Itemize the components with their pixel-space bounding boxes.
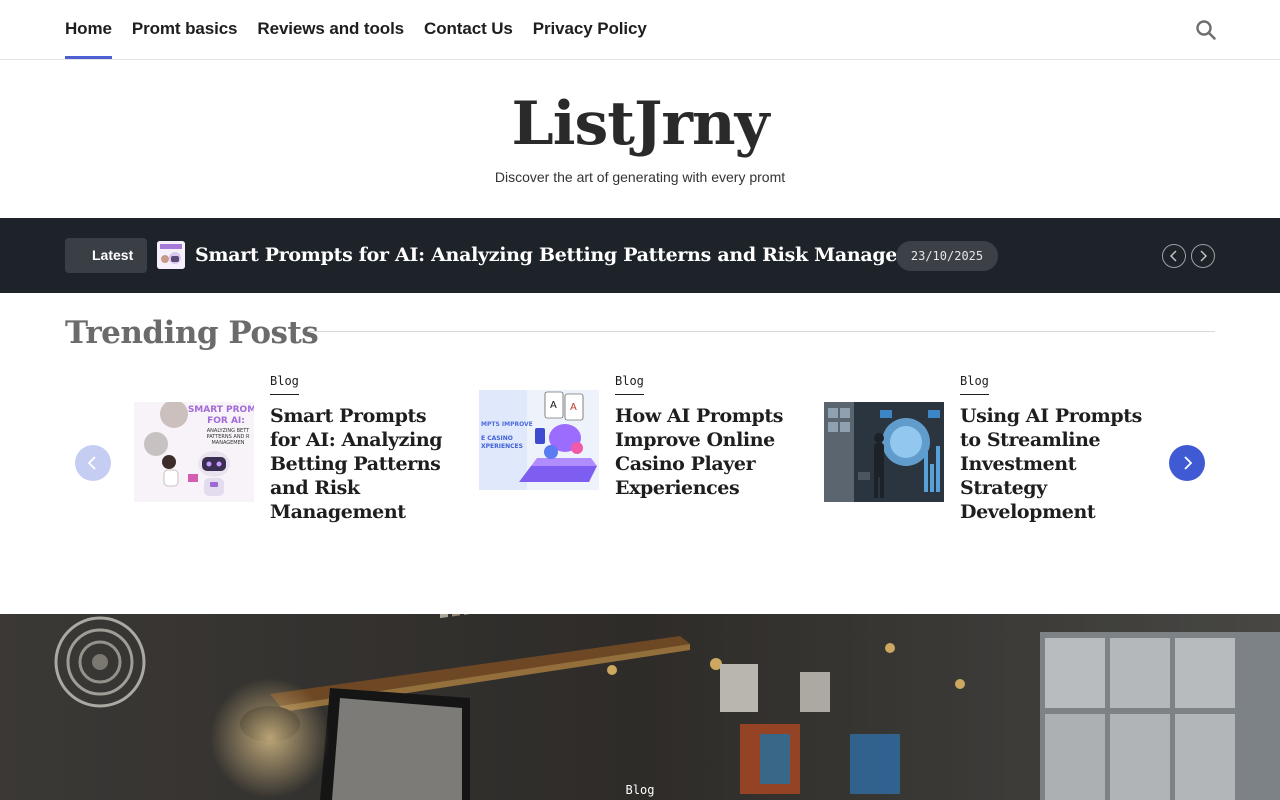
trending-post-thumbnail-2[interactable]: MPTS IMPROVE E CASINO XPERIENCES A A bbox=[479, 390, 599, 490]
chevron-right-icon bbox=[1200, 250, 1207, 262]
trending-heading: Trending Posts bbox=[65, 315, 319, 351]
trending-post-category-1[interactable]: Blog bbox=[270, 372, 299, 395]
trending-post-thumbnail-3[interactable] bbox=[824, 402, 944, 502]
trending-post-title-3[interactable]: Using AI Prompts to Streamline Investmen… bbox=[960, 404, 1150, 524]
chevron-left-icon bbox=[1170, 250, 1177, 262]
chevron-right-icon bbox=[1184, 456, 1193, 470]
search-icon[interactable] bbox=[1193, 17, 1219, 43]
site-title[interactable]: ListJrny bbox=[0, 84, 1280, 164]
svg-text:A: A bbox=[550, 400, 557, 411]
nav-item-home[interactable]: Home bbox=[65, 0, 112, 59]
svg-text:A: A bbox=[570, 402, 577, 413]
latest-dot-icon bbox=[75, 251, 84, 260]
trending-prev-button[interactable] bbox=[75, 445, 111, 481]
trending-post-category-2[interactable]: Blog bbox=[615, 372, 644, 395]
hero-image bbox=[0, 614, 1280, 800]
nav-item-promt-basics[interactable]: Promt basics bbox=[132, 0, 238, 59]
chevron-left-icon bbox=[87, 456, 96, 470]
latest-ticker: Latest Smart Prompts for AI: Analyzing B… bbox=[0, 218, 1280, 293]
svg-text:FOR AI:: FOR AI: bbox=[207, 416, 245, 426]
ticker-post-date: 23/10/2025 bbox=[896, 241, 998, 271]
main-menu: Home Promt basics Reviews and tools Cont… bbox=[65, 0, 647, 59]
trending-next-button[interactable] bbox=[1169, 445, 1205, 481]
svg-text:SMART PROM: SMART PROM bbox=[188, 405, 254, 415]
nav-item-reviews-and-tools[interactable]: Reviews and tools bbox=[257, 0, 404, 59]
featured-post-hero[interactable] bbox=[0, 614, 1280, 800]
svg-text:MPTS IMPROVE: MPTS IMPROVE bbox=[481, 421, 533, 428]
ticker-prev-button[interactable] bbox=[1162, 244, 1186, 268]
ticker-post-title[interactable]: Smart Prompts for AI: Analyzing Betting … bbox=[195, 240, 951, 270]
latest-badge: Latest bbox=[65, 238, 147, 273]
trending-post-title-2[interactable]: How AI Prompts Improve Online Casino Pla… bbox=[615, 404, 805, 500]
ticker-post-thumbnail[interactable] bbox=[157, 241, 185, 269]
hero-post-category[interactable]: Blog bbox=[0, 781, 1280, 799]
top-navigation: Home Promt basics Reviews and tools Cont… bbox=[0, 0, 1280, 60]
ticker-next-button[interactable] bbox=[1191, 244, 1215, 268]
svg-text:MANAGEMEN: MANAGEMEN bbox=[211, 440, 244, 446]
svg-text:E CASINO: E CASINO bbox=[481, 435, 513, 442]
nav-item-contact-us[interactable]: Contact Us bbox=[424, 0, 513, 59]
trending-post-title-1[interactable]: Smart Prompts for AI: Analyzing Betting … bbox=[270, 404, 460, 524]
trending-post-thumbnail-1[interactable]: SMART PROM FOR AI: ANALYZING BETT PATTER… bbox=[134, 402, 254, 502]
site-branding: ListJrny Discover the art of generating … bbox=[0, 60, 1280, 218]
trending-post-category-3[interactable]: Blog bbox=[960, 372, 989, 395]
latest-badge-label: Latest bbox=[92, 247, 134, 263]
site-tagline: Discover the art of generating with ever… bbox=[494, 169, 786, 185]
trending-divider bbox=[307, 331, 1215, 332]
nav-item-privacy-policy[interactable]: Privacy Policy bbox=[533, 0, 647, 59]
svg-text:XPERIENCES: XPERIENCES bbox=[481, 443, 523, 450]
